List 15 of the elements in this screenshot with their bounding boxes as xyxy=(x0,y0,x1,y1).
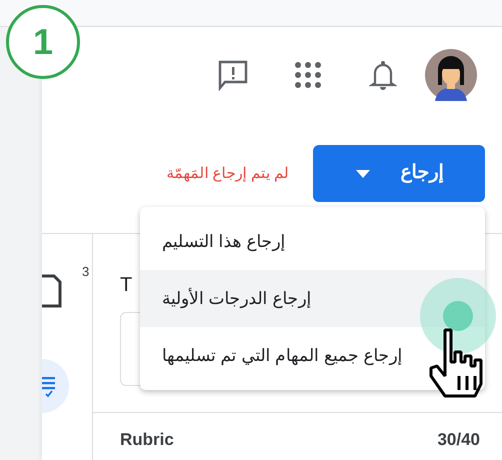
menu-item[interactable]: إرجاع هذا التسليم xyxy=(140,213,485,270)
caret-icon xyxy=(354,168,370,178)
score: 30/40 xyxy=(437,429,480,451)
document-icon xyxy=(42,274,62,308)
rubric-label: Rubric xyxy=(120,429,174,451)
section-heading: T xyxy=(120,273,132,298)
feedback-icon[interactable] xyxy=(216,58,248,90)
bell-icon[interactable] xyxy=(368,58,396,90)
menu-item[interactable]: إرجاع جميع المهام التي تم تسليمها xyxy=(140,327,485,384)
status-message: لم يتم إرجاع المَهمّة xyxy=(166,164,289,184)
avatar[interactable] xyxy=(425,48,477,100)
apps-icon[interactable] xyxy=(294,60,322,88)
count-superscript: 3 xyxy=(82,263,90,281)
return-button[interactable]: إرجاع xyxy=(313,145,485,202)
menu-item[interactable]: إرجاع الدرجات الأولية xyxy=(140,270,485,327)
